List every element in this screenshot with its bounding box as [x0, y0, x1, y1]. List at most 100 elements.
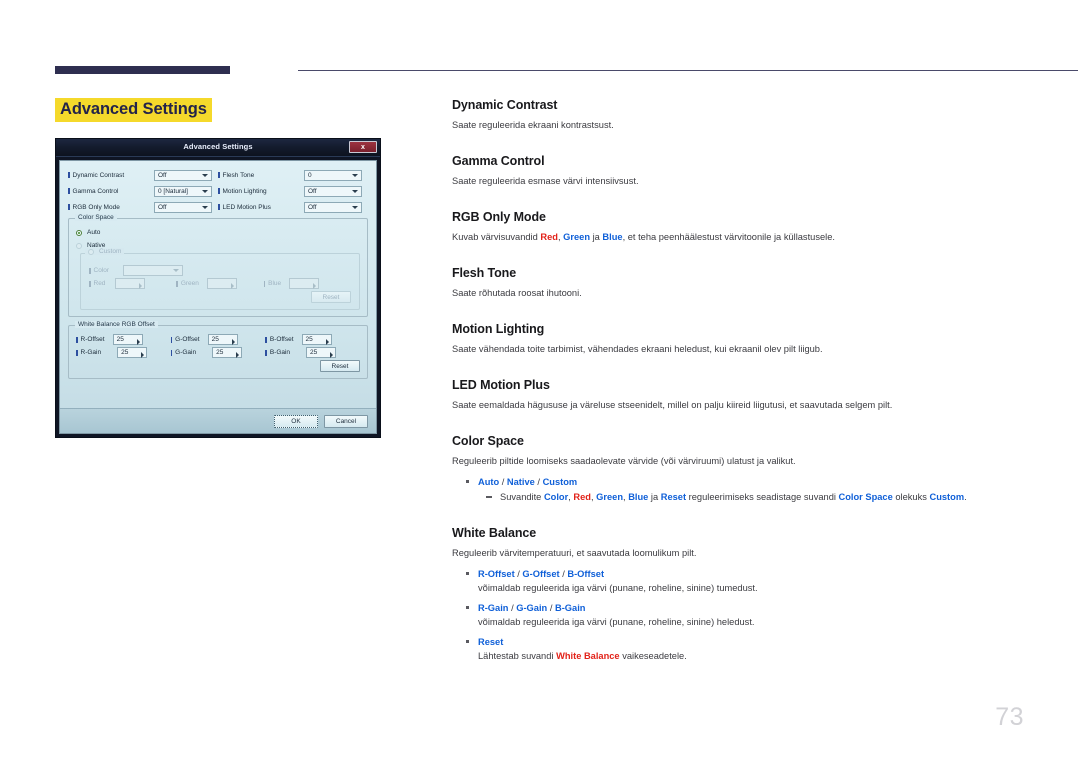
keyword-green: Green	[596, 492, 624, 502]
color-field-label: Color	[89, 267, 109, 274]
section-heading-gamma-control: Gamma Control	[452, 154, 545, 168]
list-item: R-Gain / G-Gain / B-Gain võimaldab regul…	[452, 601, 1027, 629]
radio-auto[interactable]: Auto	[76, 226, 360, 239]
chevron-down-icon	[202, 173, 208, 177]
wb-g-offset-field: G-Offset 25	[170, 334, 266, 345]
motion-lighting-select[interactable]: Off	[304, 185, 362, 197]
keyword-red: Red	[540, 232, 558, 242]
dialog-field-row: Gamma Control 0 [Natural] Motion Lightin…	[68, 184, 368, 198]
dynamic-contrast-select[interactable]: Off	[154, 169, 212, 181]
chevron-right-icon	[231, 338, 235, 345]
advanced-settings-dialog-figure: Advanced Settings x Dynamic Contrast Off…	[55, 138, 381, 438]
ok-button[interactable]: OK	[274, 414, 318, 428]
custom-green-stepper[interactable]	[206, 278, 237, 289]
white-balance-reset-button[interactable]: Reset	[320, 359, 360, 372]
chevron-down-icon	[352, 205, 358, 209]
list-item: Suvandite Color, Red, Green, Blue ja Res…	[478, 490, 1027, 504]
chevron-down-icon	[202, 205, 208, 209]
chevron-right-icon	[313, 282, 317, 289]
field-label: Green	[176, 280, 199, 287]
bullet-tick-icon	[76, 336, 78, 343]
section-body-dynamic-contrast: Saate reguleerida ekraani kontrastsust.	[452, 120, 614, 130]
field-rgb-only-mode: RGB Only Mode Off	[68, 201, 218, 213]
list-item: Auto / Native / Custom Suvandite Color, …	[452, 475, 1027, 504]
dialog-title: Advanced Settings	[183, 142, 253, 151]
custom-reset-row: Reset	[89, 290, 351, 303]
chevron-down-icon	[173, 269, 180, 272]
field-label: Gamma Control	[68, 188, 118, 195]
section-body-flesh-tone: Saate rõhutada roosat ihutooni.	[452, 288, 582, 298]
wb-g-gain-field: G-Gain 25	[170, 347, 266, 358]
section-heading-white-balance: White Balance	[452, 526, 537, 540]
keyword-red: Red	[573, 492, 591, 502]
gamma-control-select[interactable]: 0 [Natural]	[154, 185, 212, 197]
color-space-bullet-list: Auto / Native / Custom Suvandite Color, …	[452, 475, 1027, 504]
bullet-tick-icon	[265, 349, 267, 356]
section-body-rgb-only-mode: Kuvab värvisuvandid Red, Green ja Blue, …	[452, 232, 835, 242]
chevron-right-icon	[236, 351, 240, 358]
bullet-tick-icon	[89, 280, 91, 287]
radio-custom[interactable]: Custom	[85, 248, 125, 255]
rgb-only-mode-select[interactable]: Off	[154, 201, 212, 213]
wb-g-gain-stepper[interactable]: 25	[212, 347, 243, 358]
flesh-tone-stepper[interactable]: 0	[304, 169, 362, 181]
cancel-button[interactable]: Cancel	[324, 414, 368, 428]
field-label: Flesh Tone	[218, 172, 254, 179]
wb-b-gain-stepper[interactable]: 25	[306, 347, 337, 358]
wb-r-gain-stepper[interactable]: 25	[117, 347, 148, 358]
bullet-tick-icon	[68, 188, 70, 194]
keyword-white-balance: White Balance	[556, 651, 620, 661]
wb-r-offset-field: R-Offset 25	[76, 334, 171, 345]
wb-b-offset-field: B-Offset 25	[265, 334, 360, 345]
custom-rgb-row: Red Green Blue	[89, 277, 351, 290]
content-column: Dynamic Contrast Saate reguleerida ekraa…	[452, 98, 1027, 669]
header-rule-thin	[298, 70, 1078, 71]
wb-offset-desc: võimaldab reguleerida iga värvi (punane,…	[478, 583, 758, 593]
list-item: Reset Lähtestab suvandi White Balance va…	[452, 635, 1027, 663]
section-body-gamma-control: Saate reguleerida esmase värvi intensiiv…	[452, 176, 639, 186]
color-space-options: Auto / Native / Custom	[478, 477, 578, 487]
custom-reset-button[interactable]: Reset	[311, 290, 351, 303]
close-icon[interactable]: x	[349, 141, 377, 153]
wb-r-offset-stepper[interactable]: 25	[112, 334, 143, 345]
bullet-tick-icon	[176, 280, 178, 287]
white-balance-group: White Balance RGB Offset R-Offset 25 G-O…	[68, 321, 368, 379]
bullet-tick-icon	[89, 267, 91, 274]
section-heading-rgb-only-mode: RGB Only Mode	[452, 210, 546, 224]
wb-g-offset-stepper[interactable]: 25	[207, 334, 238, 345]
custom-green-field: Green	[176, 278, 263, 289]
bullet-tick-icon	[170, 349, 173, 356]
custom-color-select[interactable]	[123, 265, 184, 276]
chevron-right-icon	[141, 351, 145, 358]
field-flesh-tone: Flesh Tone 0	[218, 169, 368, 181]
wb-offset-row: R-Offset 25 G-Offset 25 B-Offset 25	[76, 333, 360, 346]
keyword-color-space: Color Space	[838, 492, 893, 502]
led-motion-plus-select[interactable]: Off	[304, 201, 362, 213]
wb-b-gain-field: B-Gain 25	[265, 347, 360, 358]
white-balance-bullet-list: R-Offset / G-Offset / B-Offset võimaldab…	[452, 567, 1027, 663]
section-heading-led-motion-plus: LED Motion Plus	[452, 378, 550, 392]
dialog-body: Dynamic Contrast Off Flesh Tone 0 Gamma …	[59, 160, 377, 434]
field-label: R-Gain	[76, 349, 101, 356]
field-label: Red	[89, 280, 105, 287]
wb-gain-desc: võimaldab reguleerida iga värvi (punane,…	[478, 617, 755, 627]
field-dynamic-contrast: Dynamic Contrast Off	[68, 169, 218, 181]
white-balance-legend: White Balance RGB Offset	[75, 321, 158, 328]
field-gamma-control: Gamma Control 0 [Natural]	[68, 185, 218, 197]
custom-blue-stepper[interactable]	[289, 278, 320, 289]
page-title: Advanced Settings	[55, 98, 212, 122]
wb-gain-row: R-Gain 25 G-Gain 25 B-Gain 25	[76, 346, 360, 359]
section-body-color-space: Reguleerib piltide loomiseks saadaolevat…	[452, 456, 796, 466]
color-space-sub-list: Suvandite Color, Red, Green, Blue ja Res…	[478, 490, 1027, 504]
keyword-custom: Custom	[929, 492, 965, 502]
list-item: R-Offset / G-Offset / B-Offset võimaldab…	[452, 567, 1027, 595]
field-label: Blue	[263, 280, 281, 287]
wb-b-offset-stepper[interactable]: 25	[301, 334, 332, 345]
custom-red-field: Red	[89, 278, 176, 289]
field-label: G-Gain	[170, 349, 196, 356]
bullet-tick-icon	[265, 336, 267, 343]
field-label: R-Offset	[76, 336, 105, 343]
custom-red-stepper[interactable]	[115, 278, 146, 289]
field-label: Dynamic Contrast	[68, 172, 124, 179]
color-space-legend: Color Space	[75, 214, 117, 221]
